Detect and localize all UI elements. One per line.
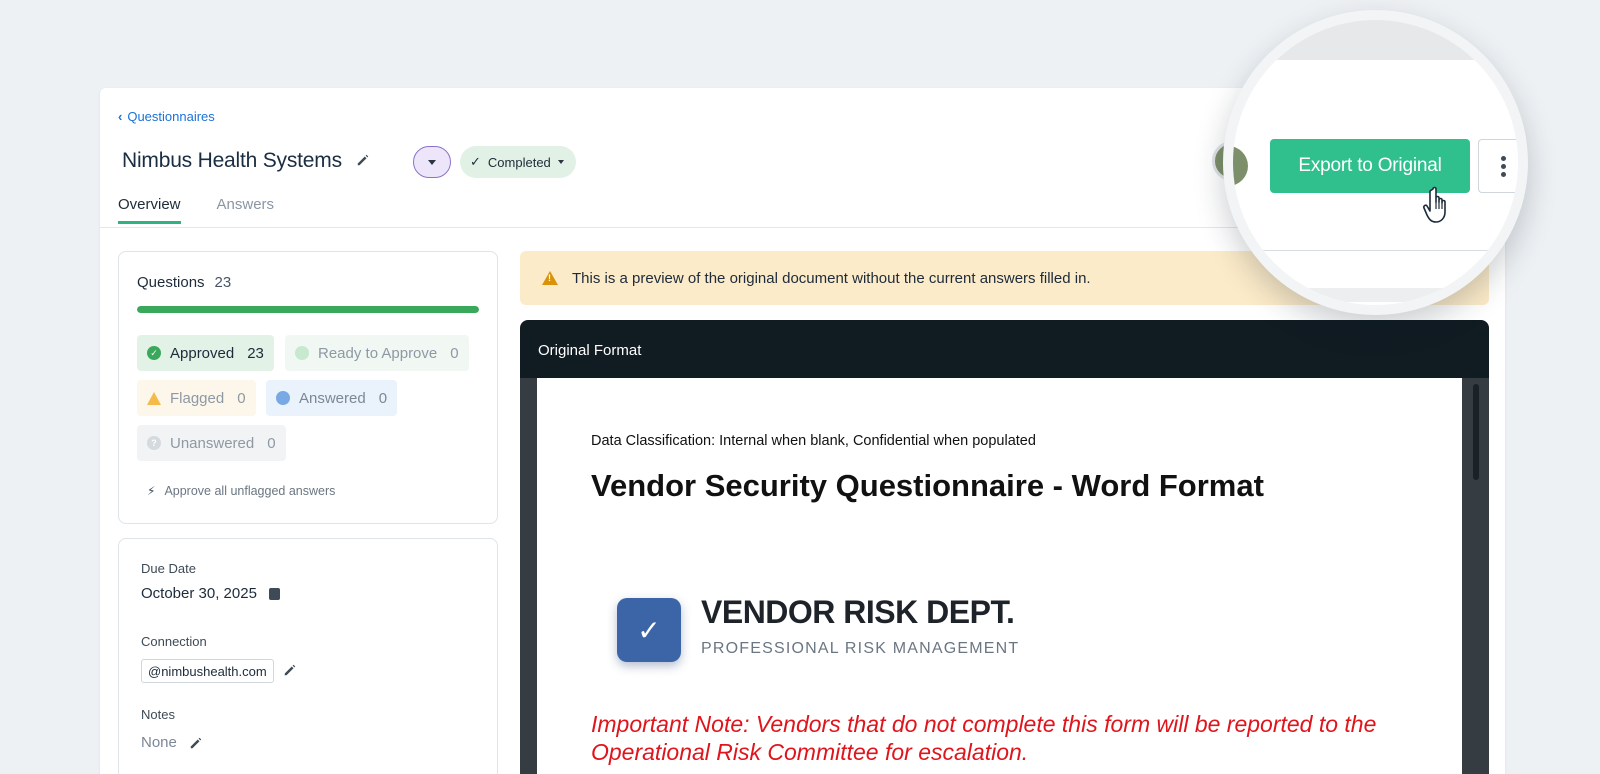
filter-approved[interactable]: ✓ Approved 23 [137,335,274,371]
due-date-value: October 30, 2025 [141,585,257,602]
ready-count: 0 [450,344,459,362]
viewer-title: Original Format [538,342,642,359]
logo-name: VENDOR RISK DEPT. [701,594,1015,630]
magnifier-callout: Export to Original [1223,10,1528,315]
status-label: Completed [487,154,551,170]
approved-count: 23 [247,344,264,362]
answered-dot-icon [276,391,290,405]
notes-value: None [141,734,177,751]
filter-flagged[interactable]: Flagged 0 [137,380,256,416]
tab-overview[interactable]: Overview [118,196,181,224]
filter-unanswered[interactable]: ? Unanswered 0 [137,425,286,461]
details-panel: Due Date October 30, 2025 Connection @ni… [118,538,498,774]
questions-header: Questions 23 [137,274,231,291]
original-format-viewer: Original Format Data Classification: Int… [520,320,1489,774]
document-title: Vendor Security Questionnaire - Word For… [591,468,1264,503]
logo-subtitle: PROFESSIONAL RISK MANAGEMENT [701,640,1020,657]
status-dropdown[interactable]: ✓ Completed [460,146,576,178]
approve-all-label: Approve all unflagged answers [164,484,336,498]
tab-bar: Overview Answers [118,196,274,224]
document-page: Data Classification: Internal when blank… [537,378,1462,774]
caret-down-icon [557,160,564,164]
tab-answers[interactable]: Answers [217,196,275,224]
avatar [1233,146,1248,186]
flagged-label: Flagged [170,389,225,407]
document-scrollbar[interactable] [1473,384,1479,480]
filter-ready-to-approve[interactable]: Ready to Approve 0 [285,335,469,371]
check-icon: ✓ [470,154,481,169]
questions-progress-bar [137,306,479,313]
back-to-questionnaires-link[interactable]: ‹ Questionnaires [118,109,215,124]
lightning-bolt-icon: ⚡ [147,484,156,498]
filter-answered[interactable]: Answered 0 [266,380,398,416]
page-title: Nimbus Health Systems [122,149,342,172]
approved-label: Approved [170,344,235,362]
warning-triangle-icon [147,391,161,405]
calendar-icon[interactable] [268,587,280,600]
unanswered-label: Unanswered [170,434,255,452]
magnifier-banner-edge [1233,288,1518,302]
question-circle-icon: ? [147,436,161,450]
magnifier-divider [1233,250,1518,251]
notes-label: Notes [141,707,175,722]
vendor-risk-logo-check-icon: ✓ [617,598,681,662]
questions-label: Questions [137,274,205,291]
edit-connection-pencil-icon[interactable] [283,663,297,677]
connection-value: @nimbushealth.com [141,659,274,683]
connection-label: Connection [141,634,207,649]
questions-count: 23 [214,274,232,291]
notes-value-row: None [141,734,203,751]
chevron-left-icon: ‹ [118,109,123,124]
flagged-count: 0 [237,389,246,407]
back-link-label: Questionnaires [127,109,215,124]
banner-text: This is a preview of the original docume… [572,269,1091,287]
edit-notes-pencil-icon[interactable] [189,736,203,750]
warning-triangle-icon [542,271,558,285]
due-date-label: Due Date [141,561,196,576]
questions-progress-fill [137,306,479,313]
caret-down-icon [428,159,436,165]
due-date-value-row: October 30, 2025 [141,585,280,602]
edit-title-pencil-icon[interactable] [356,153,372,169]
kebab-menu-icon [1501,155,1506,177]
unanswered-count: 0 [267,434,276,452]
approve-all-unflagged-button[interactable]: ⚡ Approve all unflagged answers [147,484,335,498]
page-title-row: Nimbus Health Systems [122,145,372,177]
important-note: Important Note: Vendors that do not comp… [591,711,1377,765]
questions-panel: Questions 23 ✓ Approved 23 Ready to Appr… [118,251,498,524]
check-circle-icon: ✓ [147,346,161,360]
ready-dot-icon [295,346,309,360]
answered-count: 0 [378,389,388,407]
connection-text: @nimbushealth.com [148,663,267,679]
more-options-button[interactable] [1478,139,1518,193]
data-classification-text: Data Classification: Internal when blank… [591,433,1036,449]
hand-pointer-cursor-icon [1423,186,1446,223]
answered-label: Answered [299,389,366,407]
ready-label: Ready to Approve [318,344,438,362]
owner-dropdown[interactable] [413,146,451,178]
magnifier-header-strip [1233,20,1518,60]
